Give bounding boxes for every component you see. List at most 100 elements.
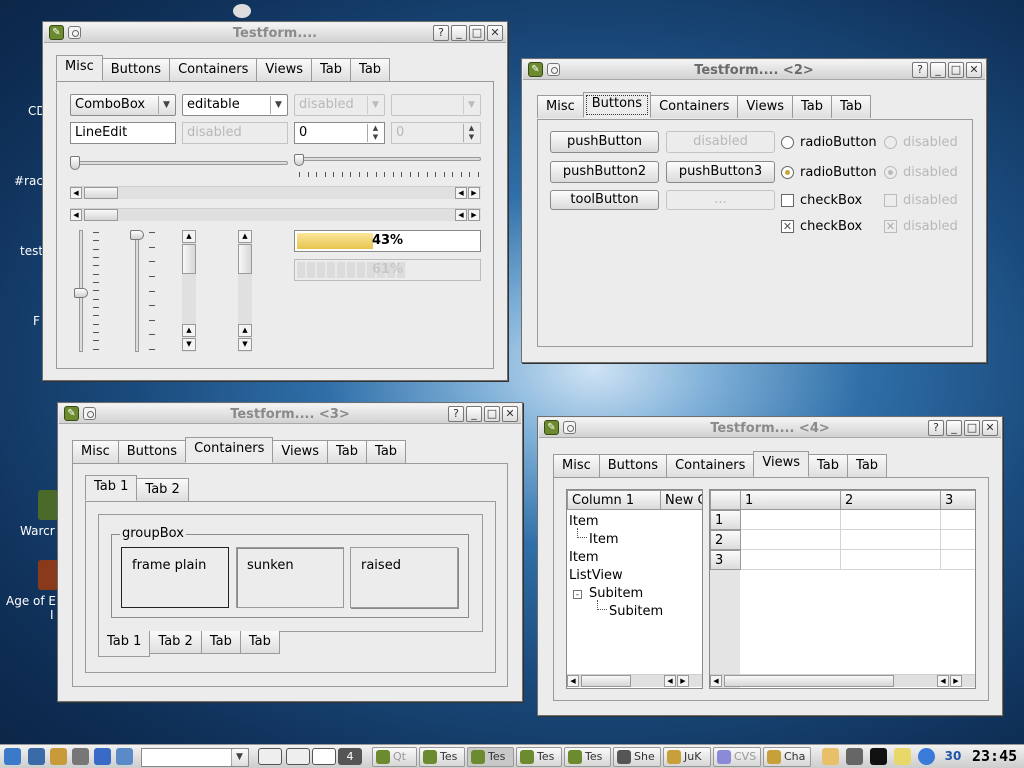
list-item[interactable]: Subitem (589, 586, 643, 601)
column-header[interactable]: New C (660, 490, 702, 510)
column-header[interactable]: 2 (840, 490, 941, 510)
help-button[interactable]: ? (912, 62, 928, 78)
tab-tab[interactable]: Tab (366, 440, 407, 463)
horizontal-slider[interactable] (70, 156, 288, 170)
column-header[interactable]: 3 (940, 490, 975, 510)
clock[interactable]: 23:45 (972, 747, 1017, 765)
inner-tab-2[interactable]: Tab 2 (136, 478, 189, 501)
maximize-button[interactable]: □ (469, 25, 485, 41)
maximize-button[interactable]: □ (484, 406, 500, 422)
tab-tab[interactable]: Tab (350, 58, 391, 81)
lineedit-field[interactable]: LineEdit (70, 122, 176, 144)
task-button[interactable]: Qt (372, 747, 417, 767)
vertical-scrollbar[interactable]: ▲ ▲ ▼ (182, 230, 196, 352)
scrollbar-thumb[interactable] (84, 187, 118, 199)
minimize-button[interactable]: _ (946, 420, 962, 436)
tab-misc[interactable]: Misc (537, 95, 584, 118)
scroll-left-icon[interactable]: ◀ (455, 187, 467, 199)
tab-views[interactable]: Views (753, 451, 810, 477)
horizontal-slider-ticks[interactable] (294, 154, 481, 168)
calendar-date[interactable]: 30 (942, 748, 964, 765)
vertical-slider[interactable] (74, 230, 88, 352)
tool-button[interactable]: toolButton (550, 190, 659, 210)
checkbox-box[interactable] (781, 194, 794, 207)
help-button[interactable]: ? (448, 406, 464, 422)
maximize-button[interactable]: □ (964, 420, 980, 436)
desktop-pager-2[interactable] (286, 748, 310, 765)
scrollbar-thumb[interactable] (581, 675, 631, 687)
titlebar[interactable]: ✎ Testform.... <2> ? _ □ ✕ (523, 60, 985, 80)
push-button[interactable]: pushButton (550, 131, 659, 153)
task-button[interactable]: Tes (516, 747, 562, 767)
table-cell[interactable] (741, 550, 841, 570)
scroll-left-icon[interactable]: ◀ (710, 675, 722, 687)
table-cell[interactable] (841, 550, 941, 570)
quicklaunch-icon[interactable] (50, 748, 67, 765)
radio-button-checked[interactable]: radioButton (781, 165, 877, 180)
titlebar[interactable]: ✎ Testform.... <3> ? _ □ ✕ (59, 404, 521, 424)
scroll-left-icon[interactable]: ◀ (70, 187, 82, 199)
warcraft-icon[interactable] (38, 490, 58, 520)
list-item[interactable]: Subitem (609, 604, 663, 619)
vertical-slider-ticks[interactable] (130, 230, 144, 352)
table-cell[interactable] (941, 550, 975, 570)
testform-window-3[interactable]: ✎ Testform.... <3> ? _ □ ✕ Misc Buttons … (57, 402, 523, 702)
task-button[interactable]: She (613, 747, 661, 767)
horizontal-scrollbar[interactable]: ◀ ◀ ▶ (567, 674, 702, 687)
horizontal-scrollbar[interactable]: ◀ ◀ ▶ (70, 186, 481, 199)
tab-buttons[interactable]: Buttons (117, 440, 187, 463)
desktop-icon-label[interactable]: Age of E (6, 594, 56, 608)
table-cell[interactable] (941, 510, 975, 530)
scroll-right-icon[interactable]: ▶ (950, 675, 962, 687)
help-button[interactable]: ? (928, 420, 944, 436)
task-button[interactable]: Tes (419, 747, 465, 767)
spinbox[interactable]: 0 ▲ ▼ (294, 122, 385, 144)
tab-buttons[interactable]: Buttons (101, 58, 171, 81)
table-view[interactable]: 1 2 3 1 2 3 ◀ ◀ ▶ (709, 489, 976, 689)
column-header[interactable]: 1 (740, 490, 841, 510)
close-button[interactable]: ✕ (502, 406, 518, 422)
radio-circle[interactable] (781, 166, 794, 179)
desktop-icon-label[interactable]: I (50, 608, 54, 622)
volume-icon[interactable] (846, 748, 863, 765)
task-button[interactable]: JuK (663, 747, 711, 767)
radio-button[interactable]: radioButton (781, 135, 877, 150)
maximize-button[interactable]: □ (948, 62, 964, 78)
bottom-tab-3[interactable]: Tab (200, 631, 241, 654)
notes-icon[interactable] (894, 748, 911, 765)
list-view[interactable]: Column 1 New C Item Item Item ListView -… (566, 489, 703, 689)
row-header[interactable]: 1 (710, 510, 741, 530)
table-cell[interactable] (941, 530, 975, 550)
desktop-icon-label[interactable]: test (20, 244, 43, 258)
push-button-3[interactable]: pushButton3 (666, 161, 775, 183)
tab-tab[interactable]: Tab (327, 440, 368, 463)
list-item[interactable]: Item (569, 550, 599, 565)
age-of-empires-icon[interactable] (38, 560, 58, 590)
list-item[interactable]: Item (589, 532, 619, 547)
network-icon[interactable] (918, 748, 935, 765)
help-button[interactable]: ? (433, 25, 449, 41)
inner-tab-1[interactable]: Tab 1 (85, 475, 138, 501)
table-cell[interactable] (841, 530, 941, 550)
scroll-left-icon[interactable]: ◀ (937, 675, 949, 687)
tab-views[interactable]: Views (256, 58, 313, 81)
task-button[interactable]: Cha (763, 747, 811, 767)
list-item[interactable]: ListView (569, 568, 623, 583)
scroll-right-icon[interactable]: ▶ (677, 675, 689, 687)
tab-tab[interactable]: Tab (831, 95, 872, 118)
testform-window-2[interactable]: ✎ Testform.... <2> ? _ □ ✕ Misc Buttons … (521, 58, 987, 363)
monitor-icon[interactable] (870, 748, 887, 765)
minimize-button[interactable]: _ (930, 62, 946, 78)
task-button[interactable]: CVS (713, 747, 761, 767)
quicklaunch-icon[interactable] (72, 748, 89, 765)
scroll-up-icon[interactable]: ▲ (182, 324, 196, 337)
collapse-icon[interactable]: - (573, 590, 582, 599)
tab-misc[interactable]: Misc (72, 440, 119, 463)
horizontal-scrollbar[interactable]: ◀ ◀ ▶ (710, 674, 975, 687)
checkbox-checked[interactable]: ✕ checkBox (781, 219, 862, 234)
tab-views[interactable]: Views (272, 440, 329, 463)
desktop-pager-4[interactable]: 4 (338, 748, 362, 765)
bottom-tab-2[interactable]: Tab 2 (149, 631, 202, 654)
task-button[interactable]: Tes (467, 747, 514, 767)
bottom-tab-4[interactable]: Tab (239, 631, 280, 654)
